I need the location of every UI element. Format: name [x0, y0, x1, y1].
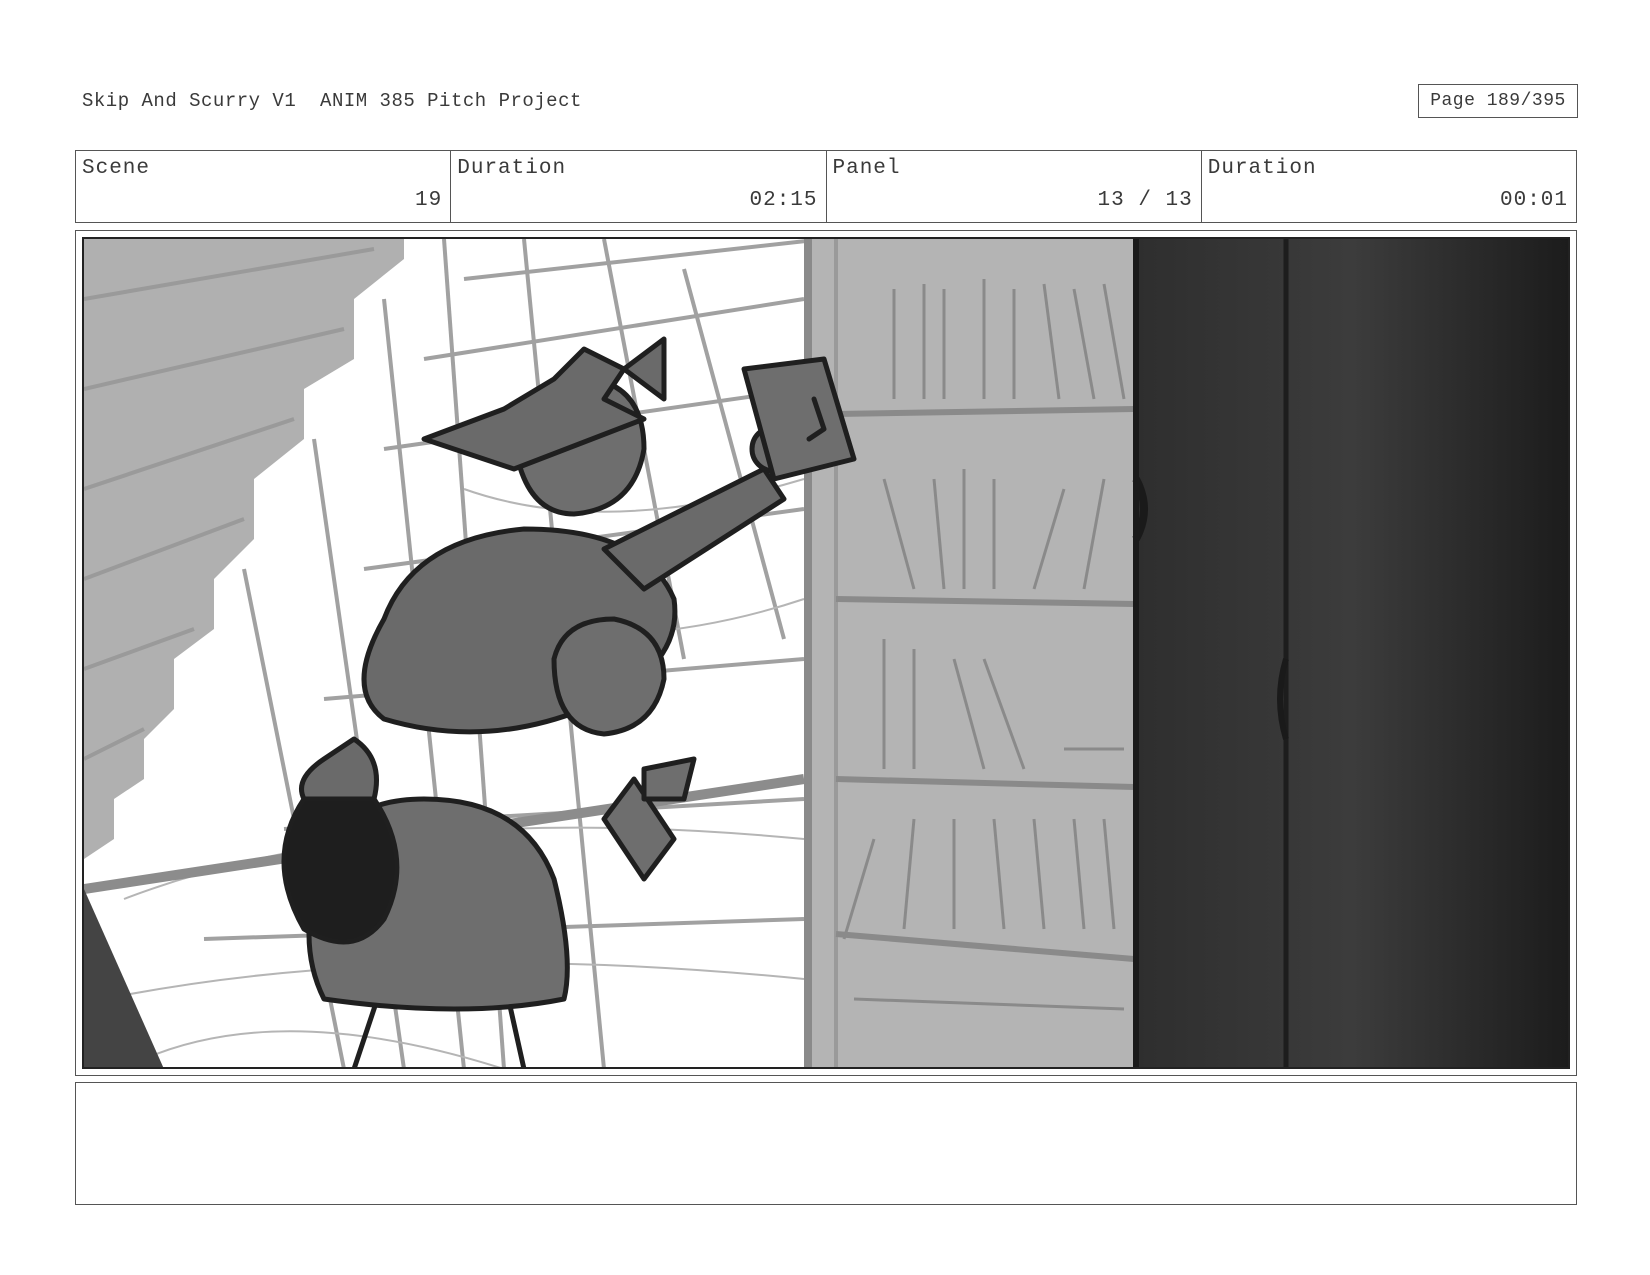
scene-cell: Scene 19 [76, 151, 452, 222]
panel-duration-label: Duration [1207, 157, 1317, 180]
scene-value: 19 [415, 189, 443, 212]
panel-cell: Panel 13 / 13 [827, 151, 1202, 222]
scene-info-table: Scene 19 Duration 02:15 Panel 13 / 13 Du… [75, 150, 1577, 223]
panel-notes-box [75, 1082, 1577, 1205]
project-title: Skip And Scurry V1 ANIM 385 Pitch Projec… [82, 90, 582, 112]
panel-value: 13 / 13 [1097, 189, 1193, 212]
storyboard-panel-art [82, 237, 1570, 1069]
scene-duration-label: Duration [457, 157, 567, 180]
scene-label: Scene [82, 157, 151, 180]
scene-duration-cell: Duration 02:15 [451, 151, 827, 222]
dark-door [1134, 239, 1568, 1067]
panel-duration-cell: Duration 00:01 [1202, 151, 1576, 222]
storyboard-panel-frame [75, 230, 1577, 1076]
page-indicator: Page 189/395 [1418, 84, 1578, 118]
panel-sketch [84, 239, 1568, 1067]
panel-label: Panel [832, 157, 901, 180]
panel-duration-value: 00:01 [1499, 189, 1568, 212]
scene-duration-value: 02:15 [749, 189, 818, 212]
